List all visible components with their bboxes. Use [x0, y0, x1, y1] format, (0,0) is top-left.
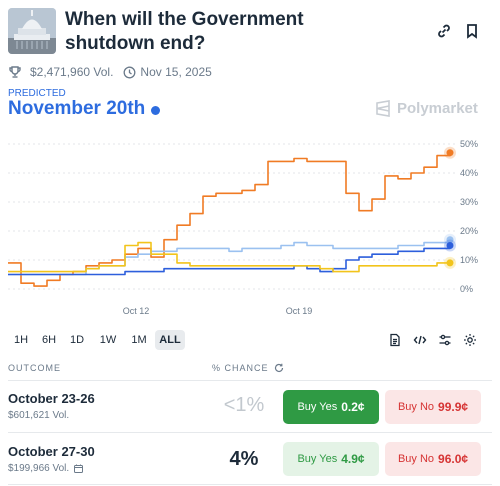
outcome-volume: $199,966 Vol.: [8, 463, 84, 474]
series-endpoint: [446, 259, 454, 267]
buy-no-button[interactable]: Buy No 96.0¢: [385, 442, 481, 476]
series-line: [8, 241, 450, 273]
trophy-icon: [9, 66, 21, 78]
outcome-volume-text: $199,966 Vol.: [8, 463, 70, 474]
column-chance-label: % CHANCE: [212, 363, 269, 373]
market-title: When will the Government shutdown end?: [65, 9, 304, 54]
x-tick-label: Oct 19: [286, 306, 313, 316]
link-icon[interactable]: [435, 22, 453, 40]
brand-name: Polymarket: [397, 100, 478, 117]
brand-logo: Polymarket: [375, 100, 478, 117]
market-image: [8, 8, 56, 54]
outcome-volume: $601,621 Vol.: [8, 410, 69, 421]
code-icon[interactable]: [413, 333, 427, 347]
document-icon[interactable]: [388, 333, 402, 347]
buy-no-price: 96.0¢: [438, 452, 469, 466]
buy-no-price: 99.9¢: [438, 400, 469, 414]
buy-no-label: Buy No: [397, 401, 435, 413]
y-tick-label: 50%: [460, 139, 478, 149]
market-end-date: Nov 15, 2025: [140, 65, 212, 79]
series-endpoint: [446, 242, 454, 249]
buy-yes-button[interactable]: Buy Yes 4.9¢: [283, 442, 379, 476]
timeframe-all[interactable]: ALL: [155, 330, 185, 350]
outcome-name: October 23-26: [8, 391, 95, 406]
sliders-icon[interactable]: [438, 333, 452, 347]
y-tick-label: 20%: [460, 226, 478, 236]
timeframe-1m[interactable]: 1M: [127, 330, 151, 350]
market-volume: $2,471,960 Vol.: [30, 65, 114, 79]
buy-yes-price: 4.9¢: [341, 452, 365, 466]
row-divider: [8, 432, 492, 433]
timeframe-6h[interactable]: 6H: [38, 330, 60, 350]
polymarket-logo-icon: [376, 100, 390, 117]
y-tick-label: 0%: [460, 284, 473, 294]
series-endpoint: [446, 149, 454, 157]
gear-icon[interactable]: [463, 333, 477, 347]
table-divider: [8, 380, 492, 381]
outcome-chance: 4%: [229, 448, 259, 470]
y-tick-label: 30%: [460, 197, 478, 207]
y-tick-label: 10%: [460, 255, 478, 265]
price-chart[interactable]: 50% 40% 30% 20% 10% 0% Oct 12 Oct 19: [0, 132, 500, 322]
timeframe-1w[interactable]: 1W: [96, 330, 120, 350]
predicted-value: November 20th: [8, 98, 161, 120]
calendar-icon: [74, 464, 84, 473]
bookmark-icon[interactable]: [463, 22, 481, 40]
outcome-volume-text: $601,621 Vol.: [8, 410, 70, 421]
market-meta: $2,471,960 Vol. Nov 15, 2025: [8, 64, 212, 80]
row-divider: [8, 484, 492, 485]
outcome-chance: <1%: [223, 394, 265, 416]
buy-yes-label: Buy Yes: [297, 401, 338, 413]
market-header: When will the Government shutdown end?: [8, 8, 492, 56]
buy-yes-button[interactable]: Buy Yes 0.2¢: [283, 390, 379, 424]
y-tick-label: 40%: [460, 168, 478, 178]
timeframe-1h[interactable]: 1H: [10, 330, 32, 350]
outcome-name: October 27-30: [8, 444, 95, 459]
column-chance: % CHANCE: [212, 363, 284, 373]
clock-icon: [123, 66, 136, 78]
predicted-outcome: November 20th: [8, 98, 146, 119]
buy-yes-price: 0.2¢: [341, 400, 365, 414]
buy-no-label: Buy No: [397, 453, 435, 465]
timeframe-1d[interactable]: 1D: [66, 330, 88, 350]
column-outcome: OUTCOME: [8, 363, 61, 373]
buy-no-button[interactable]: Buy No 99.9¢: [385, 390, 481, 424]
buy-yes-label: Buy Yes: [297, 453, 338, 465]
x-tick-label: Oct 12: [123, 306, 150, 316]
info-icon[interactable]: [151, 105, 161, 115]
refresh-icon[interactable]: [274, 363, 284, 373]
